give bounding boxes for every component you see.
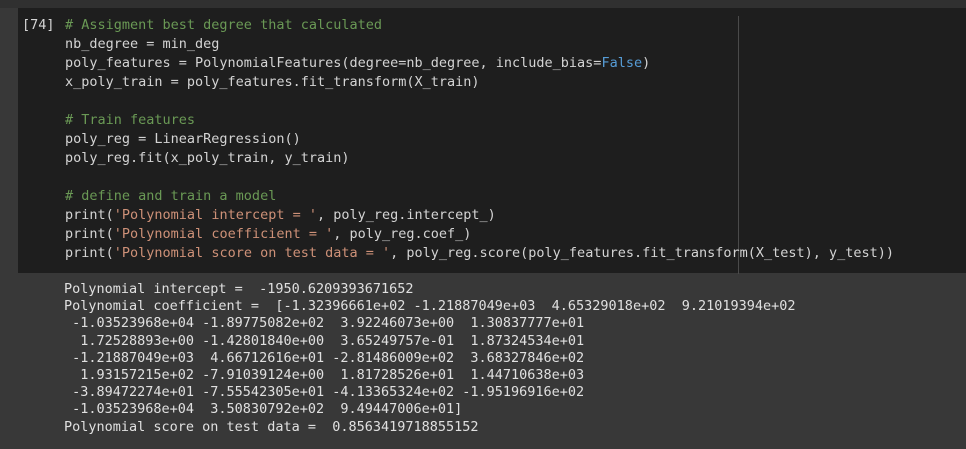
code-text: ) [642,55,651,71]
code-line-2: nb_degree = min_deg [65,36,220,52]
output-line: 1.72528893e+00 -1.42801840e+00 3.6524975… [64,332,585,349]
output-line: -3.89472274e+01 -7.55542305e+01 -4.13365… [64,384,585,401]
code-text: , poly_reg.intercept_) [316,207,496,223]
code-line-6: # Train features [65,111,894,130]
execution-count: [74] [22,17,55,33]
code-text: print( [65,226,114,242]
output-line: -1.03523968e+04 3.50830792e+02 9.4944700… [64,401,463,418]
code-string: 'Polynomial coefficient = ' [113,226,334,242]
code-line-12: print('Polynomial coefficient = ', poly_… [65,225,894,244]
code-keyword: False [601,55,643,71]
notebook: [74] # Assigment best degree that calcul… [0,0,966,449]
code-cell[interactable]: [74] # Assigment best degree that calcul… [18,8,966,274]
code-text: print( [65,207,114,223]
code-line-3: poly_features = PolynomialFeatures(degre… [65,54,894,73]
output-line: 1.93157215e+02 -7.91039124e+00 1.8172852… [64,366,585,383]
code-line-11: print('Polynomial intercept = ', poly_re… [65,206,894,225]
output-line: -1.21887049e+03 4.66712616e+01 -2.814860… [64,349,585,366]
code-string: 'Polynomial intercept = ' [113,207,317,223]
output-line: Polynomial coefficient = [-1.32396661e+0… [64,298,796,315]
code-editor[interactable]: # Assigment best degree that calculated n… [65,16,894,263]
code-comment: # Train features [65,112,196,128]
code-text: , poly_reg.score(poly_features.fit_trans… [390,245,895,261]
code-text: print( [65,245,114,261]
cell-output: Polynomial intercept = -1950.62093936716… [64,281,796,436]
code-line-8: poly_reg.fit(x_poly_train, y_train) [65,150,350,166]
output-line: Polynomial intercept = -1950.62093936716… [64,281,414,297]
code-line-4: x_poly_train = poly_features.fit_transfo… [65,74,480,90]
code-text: poly_features = PolynomialFeatures(degre… [65,55,602,71]
output-line: -1.03523968e+04 -1.89775082e+02 3.922460… [64,315,585,332]
top-strip [0,0,966,8]
code-line-1: # Assigment best degree that calculated [65,16,894,35]
code-string: 'Polynomial score on test data = ' [113,245,391,261]
code-comment: # define and train a model [65,188,277,204]
code-comment: # Assigment best degree that calculated [65,17,382,33]
code-line-10: # define and train a model [65,187,894,206]
code-line-13: print('Polynomial score on test data = '… [65,244,894,263]
code-text: , poly_reg.coef_) [333,226,472,242]
code-line-7: poly_reg = LinearRegression() [65,131,301,147]
output-line: Polynomial score on test data = 0.856341… [64,418,479,435]
